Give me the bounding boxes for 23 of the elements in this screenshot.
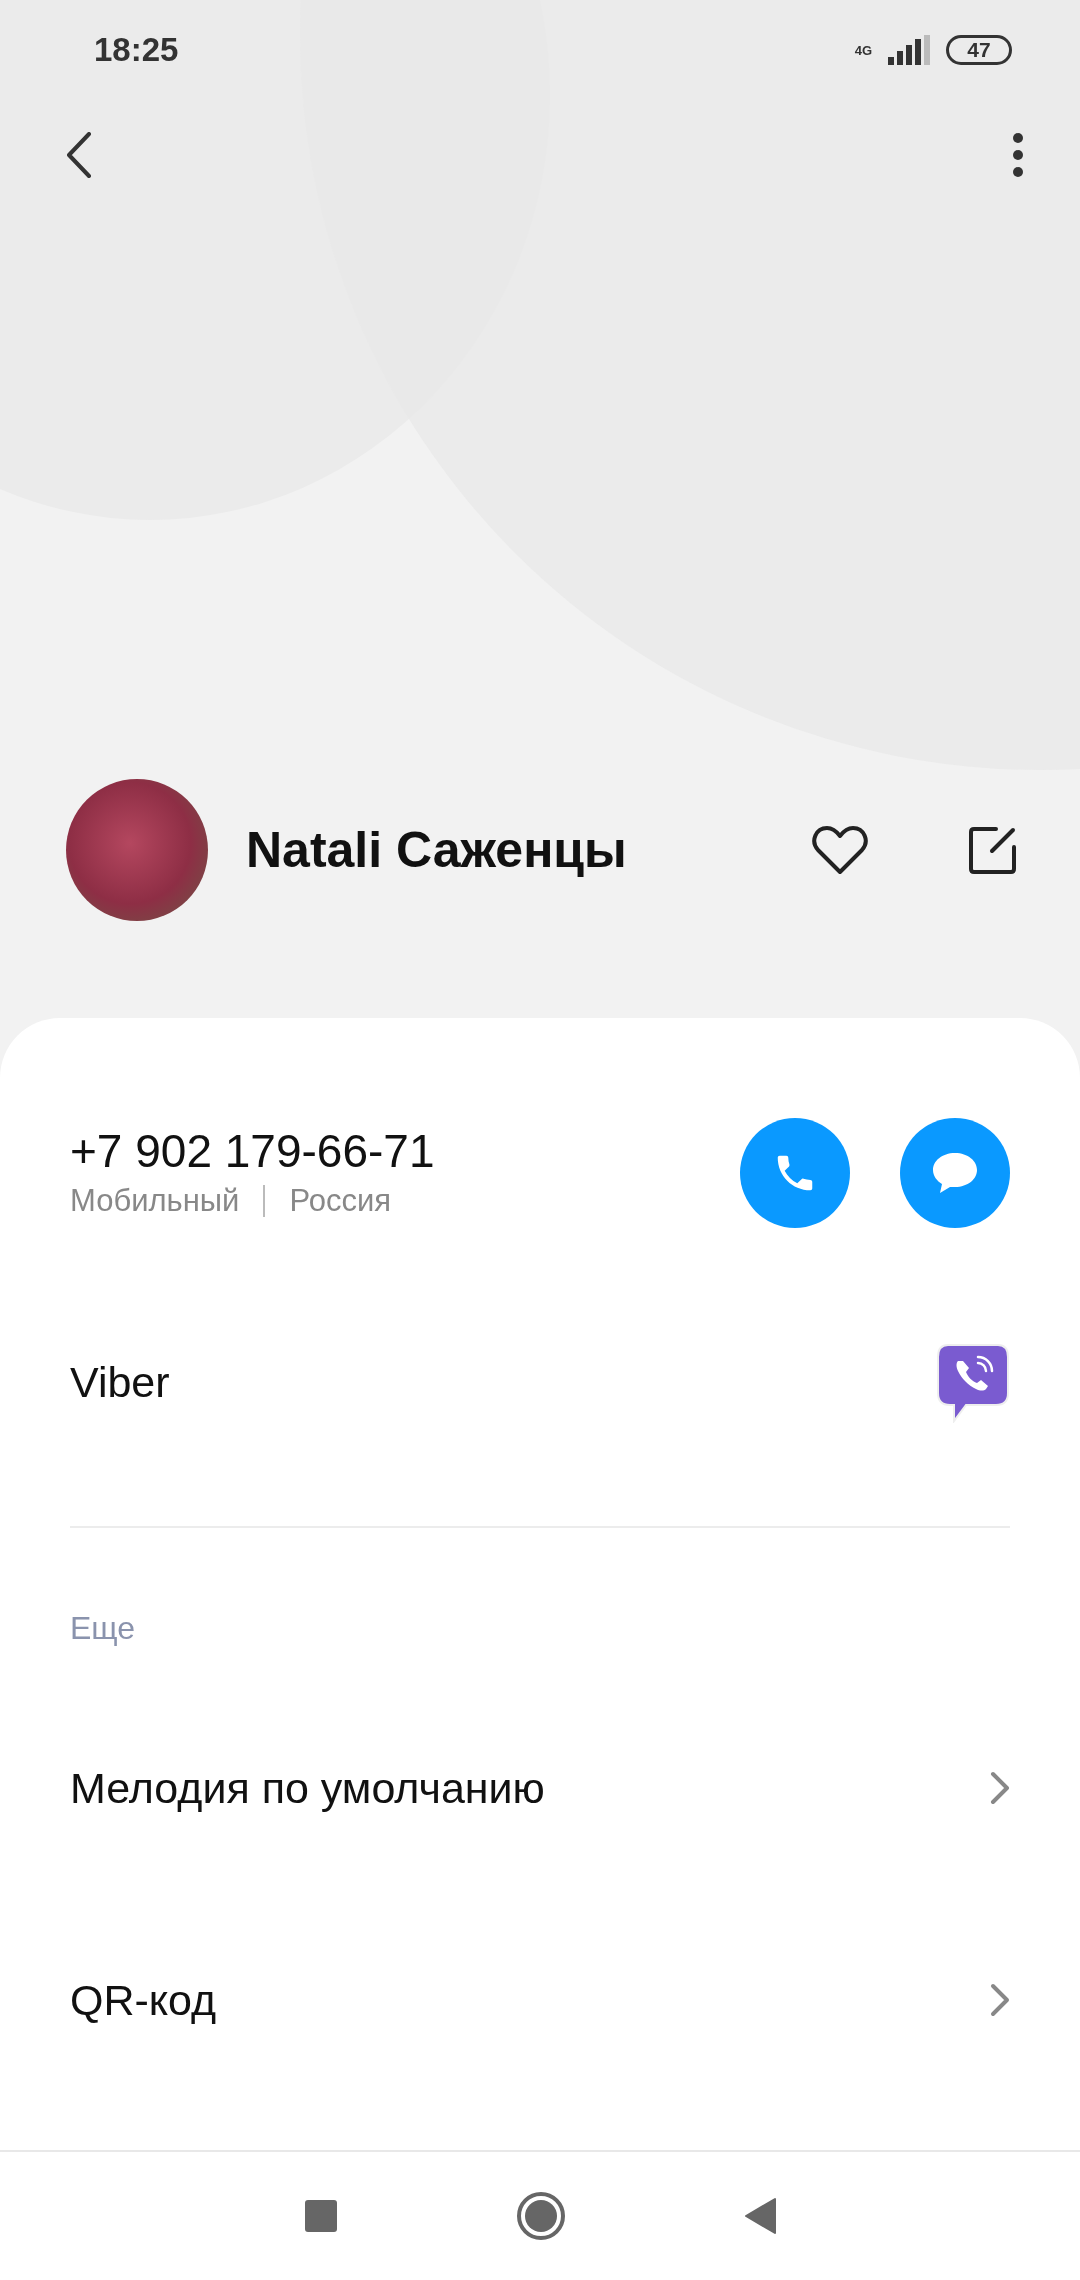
back-icon[interactable]: [66, 132, 92, 178]
phone-region: Россия: [289, 1182, 392, 1220]
chat-bubble-icon: [930, 1150, 980, 1196]
battery-indicator: 47: [946, 35, 1012, 65]
section-title: Еще: [70, 1609, 137, 1648]
app-icon[interactable]: [936, 1341, 1010, 1423]
phone-number: +7 902 179-66-71: [70, 1124, 435, 1179]
network-label: 4G: [854, 42, 872, 58]
back-icon[interactable]: [744, 2197, 776, 2235]
phone-type: Мобильный: [70, 1182, 240, 1220]
status-time: 18:25: [94, 31, 179, 69]
menu-item[interactable]: Мелодия по умолчанию: [70, 1763, 545, 1813]
recent-apps-icon[interactable]: [304, 2199, 338, 2233]
more-options-icon[interactable]: [1012, 132, 1024, 178]
contact-name: Natali Саженцы: [246, 821, 628, 879]
chevron-right-icon: [990, 1771, 1010, 1805]
app-label[interactable]: Viber: [70, 1357, 170, 1407]
heart-icon[interactable]: [812, 825, 868, 875]
signal-icon: [886, 35, 932, 65]
edit-icon[interactable]: [968, 825, 1018, 875]
menu-item[interactable]: QR-код: [70, 1975, 217, 2025]
home-icon[interactable]: [516, 2191, 566, 2241]
chevron-right-icon: [990, 1983, 1010, 2017]
